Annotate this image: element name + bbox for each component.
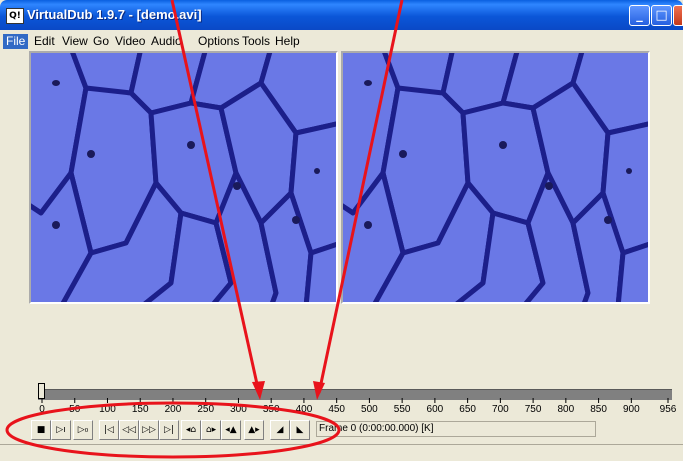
menu-go[interactable]: Go (93, 34, 109, 49)
mark-in-icon: ◢ (276, 425, 284, 435)
mark-out-icon: ◣ (296, 425, 304, 435)
menu-bar: File Edit View Go Video Audio Options To… (0, 32, 683, 50)
stop-button[interactable]: ■ (31, 420, 51, 440)
menu-help[interactable]: Help (275, 34, 300, 49)
menu-options[interactable]: Options (198, 34, 239, 49)
cell-image-output (343, 53, 648, 302)
prev-keyframe-button[interactable]: ◂⌂ (181, 420, 201, 440)
play-output-button[interactable]: ▷₀ (73, 420, 93, 440)
output-video-pane[interactable] (341, 51, 650, 304)
prev-keyframe-icon: ◂⌂ (185, 425, 197, 435)
go-end-button[interactable]: ▷| (159, 420, 179, 440)
menu-view[interactable]: View (62, 34, 88, 49)
timeline-thumb[interactable] (38, 383, 45, 399)
mark-out-button[interactable]: ◣ (290, 420, 310, 440)
play-input-button[interactable]: ▷ı (51, 420, 71, 440)
menu-tools[interactable]: Tools (242, 34, 270, 49)
prev-scene-button[interactable]: ◂▲ (221, 420, 241, 440)
close-button[interactable] (673, 5, 683, 26)
status-bar (0, 444, 683, 461)
menu-file[interactable]: File (3, 34, 29, 49)
step-back-button[interactable]: ◁◁ (119, 420, 139, 440)
cell-image-input (31, 53, 336, 302)
next-keyframe-icon: ⌂▸ (205, 425, 217, 435)
next-keyframe-button[interactable]: ⌂▸ (201, 420, 221, 440)
prev-scene-icon: ◂▲ (225, 425, 237, 435)
menu-edit[interactable]: Edit (34, 34, 55, 49)
go-start-icon: |◁ (104, 425, 114, 435)
window-title: VirtualDub 1.9.7 - [demo.avi] (27, 7, 202, 22)
input-video-pane[interactable] (29, 51, 338, 304)
next-scene-icon: ▲▸ (248, 425, 260, 435)
step-forward-icon: ▷▷ (142, 425, 156, 435)
virtualdub-window: Q! VirtualDub 1.9.7 - [demo.avi] _ □ Fil… (0, 0, 683, 461)
stop-icon: ■ (36, 425, 46, 435)
go-end-icon: ▷| (164, 425, 174, 435)
menu-audio[interactable]: Audio (151, 34, 182, 49)
go-start-button[interactable]: |◁ (99, 420, 119, 440)
step-back-icon: ◁◁ (122, 425, 136, 435)
title-bar[interactable]: Q! VirtualDub 1.9.7 - [demo.avi] _ □ (0, 0, 683, 30)
frame-position-display: Frame 0 (0:00:00.000) [K] (316, 421, 596, 437)
minimize-button[interactable]: _ (629, 5, 650, 26)
next-scene-button[interactable]: ▲▸ (244, 420, 264, 440)
play-input-icon: ▷ı (56, 425, 66, 435)
play-output-icon: ▷₀ (77, 425, 89, 435)
menu-video[interactable]: Video (115, 34, 145, 49)
step-forward-button[interactable]: ▷▷ (139, 420, 159, 440)
app-icon: Q! (6, 8, 24, 24)
timeline-ticks (41, 398, 669, 403)
maximize-button[interactable]: □ (651, 5, 672, 26)
mark-in-button[interactable]: ◢ (270, 420, 290, 440)
